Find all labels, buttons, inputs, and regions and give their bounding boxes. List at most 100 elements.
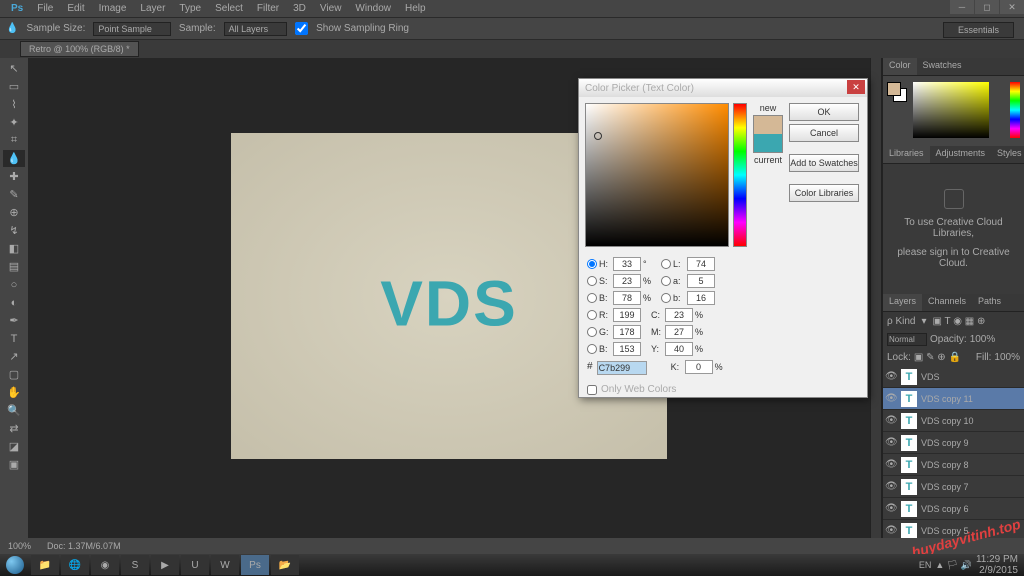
menu-help[interactable]: Help bbox=[398, 3, 433, 14]
dialog-title-bar[interactable]: Color Picker (Text Color) ✕ bbox=[579, 79, 867, 97]
r-radio[interactable] bbox=[587, 310, 597, 320]
marquee-tool[interactable]: ▭ bbox=[3, 78, 25, 95]
menu-select[interactable]: Select bbox=[208, 3, 250, 14]
clock-time[interactable]: 11:29 PM bbox=[976, 554, 1018, 565]
hex-input[interactable] bbox=[597, 361, 647, 375]
close-button[interactable]: ✕ bbox=[1000, 0, 1024, 14]
menu-view[interactable]: View bbox=[313, 3, 349, 14]
eyedropper-tool[interactable]: 💧 bbox=[3, 150, 25, 167]
visibility-icon[interactable]: 👁 bbox=[885, 371, 897, 382]
cancel-button[interactable]: Cancel bbox=[789, 124, 859, 142]
a-input[interactable] bbox=[687, 274, 715, 288]
stamp-tool[interactable]: ⊕ bbox=[3, 204, 25, 221]
b-radio[interactable] bbox=[587, 293, 597, 303]
ps-task[interactable]: Ps bbox=[241, 555, 269, 575]
crop-tool[interactable]: ⌗ bbox=[3, 132, 25, 149]
bb-radio[interactable] bbox=[587, 344, 597, 354]
minimize-button[interactable]: ─ bbox=[950, 0, 974, 14]
media-task[interactable]: ▶ bbox=[151, 555, 179, 575]
lab-b-input[interactable] bbox=[687, 291, 715, 305]
s-input[interactable] bbox=[613, 274, 641, 288]
libraries-tab[interactable]: Libraries bbox=[883, 146, 930, 163]
hue-strip[interactable] bbox=[1010, 82, 1020, 138]
hue-slider[interactable] bbox=[733, 103, 747, 247]
start-button[interactable] bbox=[0, 554, 30, 576]
c-input[interactable] bbox=[665, 308, 693, 322]
visibility-icon[interactable]: 👁 bbox=[885, 525, 897, 536]
menu-window[interactable]: Window bbox=[348, 3, 398, 14]
lock-icons[interactable]: ▣ ✎ ⊕ 🔒 bbox=[914, 352, 961, 363]
lang-indicator[interactable]: EN bbox=[919, 560, 932, 570]
a-radio[interactable] bbox=[661, 276, 671, 286]
skype-task[interactable]: S bbox=[121, 555, 149, 575]
l-radio[interactable] bbox=[661, 259, 671, 269]
fill-value[interactable]: 100% bbox=[994, 352, 1020, 363]
saturation-value-field[interactable] bbox=[585, 103, 729, 247]
menu-filter[interactable]: Filter bbox=[250, 3, 286, 14]
color-field[interactable] bbox=[913, 82, 989, 138]
layers-tab[interactable]: Layers bbox=[883, 294, 922, 311]
styles-tab[interactable]: Styles bbox=[991, 146, 1024, 163]
web-colors-checkbox[interactable] bbox=[587, 385, 597, 395]
color-swatch[interactable] bbox=[887, 82, 907, 102]
h-radio[interactable] bbox=[587, 259, 597, 269]
layer-row[interactable]: 👁TVDS copy 9 bbox=[883, 432, 1024, 454]
layer-row[interactable]: 👁TVDS copy 7 bbox=[883, 476, 1024, 498]
sampling-ring-checkbox[interactable] bbox=[295, 22, 308, 35]
word-task[interactable]: W bbox=[211, 555, 239, 575]
document-tab[interactable]: Retro @ 100% (RGB/8) * bbox=[20, 41, 139, 57]
shape-tool[interactable]: ▢ bbox=[3, 366, 25, 383]
layer-row[interactable]: 👁TVDS copy 10 bbox=[883, 410, 1024, 432]
menu-file[interactable]: File bbox=[30, 3, 60, 14]
color-libraries-button[interactable]: Color Libraries bbox=[789, 184, 859, 202]
sample-layers-select[interactable]: All Layers bbox=[224, 22, 288, 36]
opacity-value[interactable]: 100% bbox=[970, 334, 996, 345]
layer-row[interactable]: 👁TVDS bbox=[883, 366, 1024, 388]
dialog-close-button[interactable]: ✕ bbox=[847, 80, 865, 94]
pen-tool[interactable]: ✒ bbox=[3, 312, 25, 329]
visibility-icon[interactable]: 👁 bbox=[885, 393, 897, 404]
l-input[interactable] bbox=[687, 257, 715, 271]
visibility-icon[interactable]: 👁 bbox=[885, 415, 897, 426]
lasso-tool[interactable]: ⌇ bbox=[3, 96, 25, 113]
bb-input[interactable] bbox=[613, 342, 641, 356]
bv-input[interactable] bbox=[613, 291, 641, 305]
move-tool[interactable]: ↖ bbox=[3, 60, 25, 77]
menu-layer[interactable]: Layer bbox=[133, 3, 172, 14]
sample-size-select[interactable]: Point Sample bbox=[93, 22, 171, 36]
fg-bg-colors[interactable]: ◪ bbox=[3, 438, 25, 455]
chrome-task[interactable]: 🌐 bbox=[61, 555, 89, 575]
blend-mode-select[interactable] bbox=[887, 333, 927, 346]
type-tool[interactable]: T bbox=[3, 330, 25, 347]
restore-button[interactable]: ◻ bbox=[975, 0, 999, 14]
menu-type[interactable]: Type bbox=[172, 3, 208, 14]
g-radio[interactable] bbox=[587, 327, 597, 337]
color-tab[interactable]: Color bbox=[883, 58, 917, 75]
lab-b-radio[interactable] bbox=[661, 293, 671, 303]
hand-tool[interactable]: ✋ bbox=[3, 384, 25, 401]
blur-tool[interactable]: ○ bbox=[3, 276, 25, 293]
r-input[interactable] bbox=[613, 308, 641, 322]
color-swap-icon[interactable]: ⇄ bbox=[3, 420, 25, 437]
wand-tool[interactable]: ✦ bbox=[3, 114, 25, 131]
adjustments-tab[interactable]: Adjustments bbox=[930, 146, 992, 163]
add-swatches-button[interactable]: Add to Swatches bbox=[789, 154, 859, 172]
tray-icons[interactable]: ▲ 🏳 🔊 bbox=[935, 560, 972, 571]
paths-tab[interactable]: Paths bbox=[972, 294, 1007, 311]
zoom-level[interactable]: 100% bbox=[0, 541, 39, 551]
path-tool[interactable]: ↗ bbox=[3, 348, 25, 365]
menu-3d[interactable]: 3D bbox=[286, 3, 313, 14]
s-radio[interactable] bbox=[587, 276, 597, 286]
workspace-switcher[interactable]: Essentials bbox=[943, 22, 1014, 38]
y-input[interactable] bbox=[665, 342, 693, 356]
folder-task[interactable]: 📂 bbox=[271, 555, 299, 575]
ok-button[interactable]: OK bbox=[789, 103, 859, 121]
history-tool[interactable]: ↯ bbox=[3, 222, 25, 239]
menu-edit[interactable]: Edit bbox=[60, 3, 91, 14]
explorer-task[interactable]: 📁 bbox=[31, 555, 59, 575]
swatches-tab[interactable]: Swatches bbox=[917, 58, 968, 75]
visibility-icon[interactable]: 👁 bbox=[885, 503, 897, 514]
eraser-tool[interactable]: ◧ bbox=[3, 240, 25, 257]
unikey-task[interactable]: U bbox=[181, 555, 209, 575]
heal-tool[interactable]: ✚ bbox=[3, 168, 25, 185]
